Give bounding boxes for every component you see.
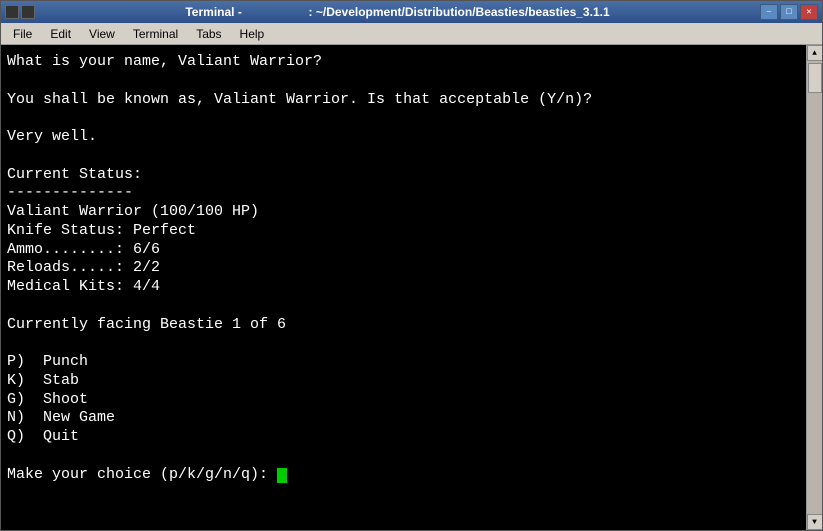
window-icon-1 bbox=[5, 5, 19, 19]
title-bar-left bbox=[5, 5, 35, 19]
menu-file[interactable]: File bbox=[5, 25, 40, 43]
terminal-cursor bbox=[277, 468, 287, 483]
scroll-track[interactable] bbox=[807, 61, 822, 514]
terminal-window: Terminal - : ~/Development/Distribution/… bbox=[0, 0, 823, 531]
scrollbar[interactable]: ▲ ▼ bbox=[806, 45, 822, 530]
title-bar-icons bbox=[5, 5, 35, 19]
minimize-button[interactable]: ⎯ bbox=[760, 4, 778, 20]
title-path: : ~/Development/Distribution/Beasties/be… bbox=[309, 5, 610, 19]
menu-view[interactable]: View bbox=[81, 25, 123, 43]
menu-edit[interactable]: Edit bbox=[42, 25, 79, 43]
menu-tabs[interactable]: Tabs bbox=[188, 25, 229, 43]
scroll-down-button[interactable]: ▼ bbox=[807, 514, 823, 530]
menu-terminal[interactable]: Terminal bbox=[125, 25, 186, 43]
window-icon-2 bbox=[21, 5, 35, 19]
title-text: Terminal - : ~/Development/Distribution/… bbox=[35, 5, 760, 19]
scroll-thumb[interactable] bbox=[808, 63, 822, 93]
menu-bar: File Edit View Terminal Tabs Help bbox=[1, 23, 822, 45]
title-bar: Terminal - : ~/Development/Distribution/… bbox=[1, 1, 822, 23]
title-app: Terminal - bbox=[185, 5, 241, 19]
title-bar-right: ⎯ □ ✕ bbox=[760, 4, 818, 20]
scroll-up-button[interactable]: ▲ bbox=[807, 45, 823, 61]
terminal-container: What is your name, Valiant Warrior? You … bbox=[1, 45, 822, 530]
close-button[interactable]: ✕ bbox=[800, 4, 818, 20]
terminal-output[interactable]: What is your name, Valiant Warrior? You … bbox=[1, 45, 806, 530]
menu-help[interactable]: Help bbox=[232, 25, 273, 43]
maximize-button[interactable]: □ bbox=[780, 4, 798, 20]
